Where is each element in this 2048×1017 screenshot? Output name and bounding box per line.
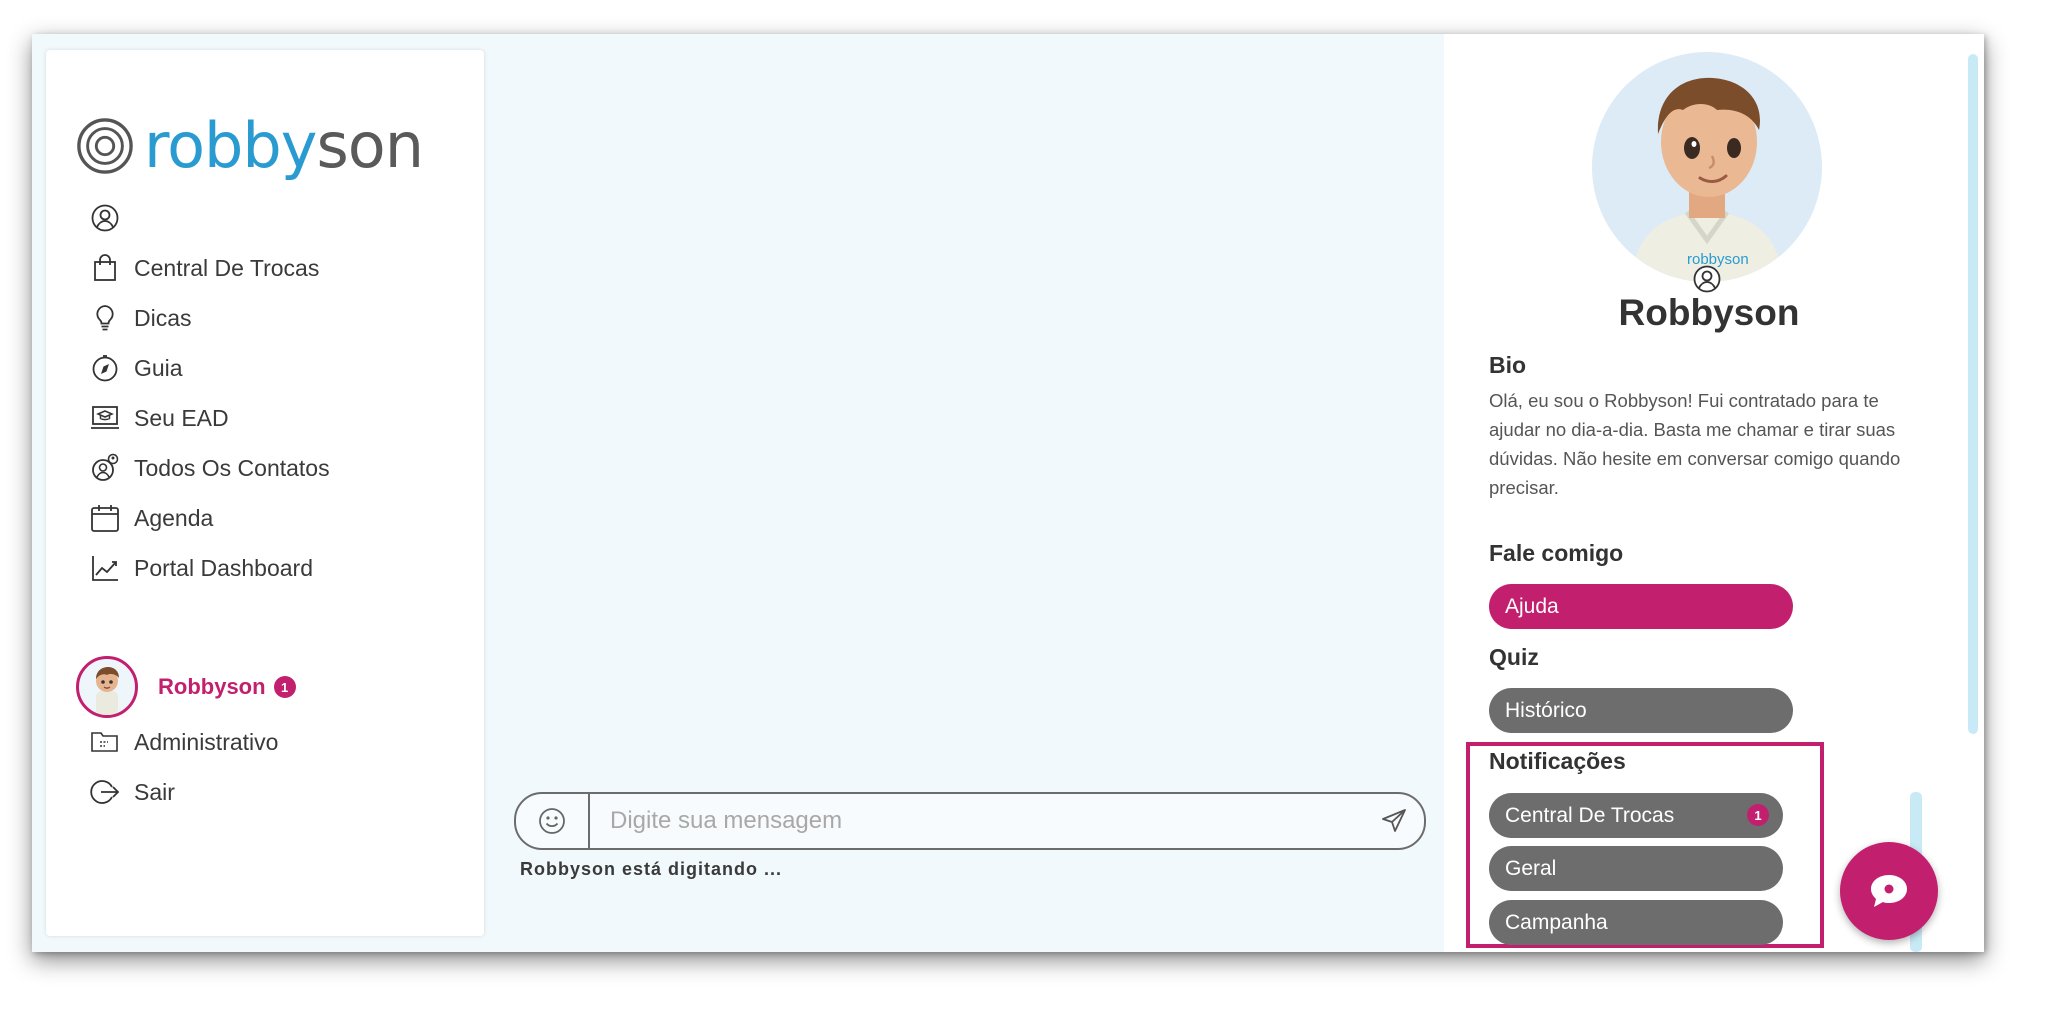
notif-label: Campanha bbox=[1505, 910, 1608, 934]
message-composer bbox=[514, 792, 1426, 850]
sidebar-item-profile[interactable] bbox=[90, 198, 134, 238]
sidebar-item-sair[interactable]: Sair bbox=[90, 772, 175, 812]
sidebar-item-dicas[interactable]: Dicas bbox=[90, 298, 192, 338]
sidebar-item-todos-os-contatos[interactable]: Todos Os Contatos bbox=[90, 448, 330, 488]
sidebar-item-label: Administrativo bbox=[134, 728, 279, 755]
logout-icon bbox=[90, 780, 120, 804]
app-window: robbyson Central De Trocas Dicas Guia Se bbox=[32, 34, 1984, 952]
sidebar-item-robbyson[interactable]: Robbyson 1 bbox=[76, 656, 296, 718]
robbyson-character: robbyson bbox=[1632, 77, 1782, 282]
shopping-bag-icon bbox=[94, 254, 116, 281]
user-circle-icon bbox=[91, 204, 119, 232]
historico-button[interactable]: Histórico bbox=[1489, 688, 1793, 733]
ajuda-label: Ajuda bbox=[1505, 594, 1559, 618]
send-icon bbox=[1382, 809, 1406, 832]
notification-badge: 1 bbox=[273, 676, 296, 698]
chat-fab-button[interactable] bbox=[1840, 842, 1938, 940]
notification-badge: 1 bbox=[1747, 804, 1769, 826]
notif-geral-button[interactable]: Geral bbox=[1489, 846, 1783, 891]
notif-label: Central De Trocas bbox=[1505, 803, 1675, 827]
sidebar-item-agenda[interactable]: Agenda bbox=[90, 498, 213, 538]
send-button[interactable] bbox=[1364, 794, 1424, 848]
quiz-title: Quiz bbox=[1489, 644, 1539, 670]
profile-panel: robbyson Robbyson Bio Olá, eu sou o Robb… bbox=[1444, 34, 1984, 952]
panel-scrollbar[interactable] bbox=[1968, 54, 1978, 734]
sidebar-item-administrativo[interactable]: Administrativo bbox=[90, 722, 278, 762]
notif-label: Geral bbox=[1505, 856, 1557, 880]
bio-title: Bio bbox=[1489, 352, 1527, 378]
bio-text: Olá, eu sou o Robbyson! Fui contratado p… bbox=[1489, 390, 1901, 498]
sidebar-item-label: Dicas bbox=[134, 304, 192, 331]
graduation-laptop-icon bbox=[91, 406, 119, 429]
ajuda-button[interactable]: Ajuda bbox=[1489, 584, 1793, 629]
message-input[interactable] bbox=[590, 806, 1364, 836]
sidebar-item-seu-ead[interactable]: Seu EAD bbox=[90, 398, 229, 438]
logo-text-part2: son bbox=[316, 109, 424, 182]
profile-avatar: robbyson bbox=[1592, 52, 1822, 282]
historico-label: Histórico bbox=[1505, 698, 1587, 722]
sidebar-item-guia[interactable]: Guia bbox=[90, 348, 183, 388]
sidebar-item-label: Guia bbox=[134, 354, 183, 381]
sidebar-item-portal-dashboard[interactable]: Portal Dashboard bbox=[90, 548, 313, 588]
typing-indicator: Robbyson está digitando ... bbox=[520, 859, 782, 880]
robbyson-mini-figure bbox=[96, 667, 119, 715]
sidebar-item-label: Todos Os Contatos bbox=[134, 454, 330, 481]
typing-text: está digitando ... bbox=[622, 859, 783, 879]
calendar-icon bbox=[91, 505, 119, 532]
smiley-icon bbox=[539, 808, 565, 834]
contacts-icon bbox=[92, 453, 119, 481]
notif-campanha-button[interactable]: Campanha bbox=[1489, 900, 1783, 945]
compass-icon bbox=[92, 355, 118, 382]
sidebar: robbyson Central De Trocas Dicas Guia Se bbox=[46, 50, 484, 936]
fale-comigo-title: Fale comigo bbox=[1489, 540, 1624, 566]
logo-text-part1: robby bbox=[144, 109, 317, 182]
lightbulb-icon bbox=[96, 305, 114, 331]
logo-mark-icon bbox=[77, 118, 133, 174]
robbyson-logo: robbyson bbox=[76, 108, 424, 184]
sidebar-item-label: Central De Trocas bbox=[134, 254, 320, 281]
avatar bbox=[76, 656, 138, 718]
sidebar-item-label: Seu EAD bbox=[134, 404, 229, 431]
chat-bubble-icon bbox=[1871, 875, 1907, 907]
profile-name: Robbyson bbox=[1618, 292, 1800, 333]
sidebar-item-label: Sair bbox=[134, 778, 175, 805]
sidebar-item-label: Portal Dashboard bbox=[134, 554, 313, 581]
sidebar-item-label: Agenda bbox=[134, 504, 214, 531]
typing-name: Robbyson bbox=[520, 859, 616, 879]
sidebar-item-central-de-trocas[interactable]: Central De Trocas bbox=[90, 248, 319, 288]
emoji-button[interactable] bbox=[516, 794, 590, 848]
chart-line-icon bbox=[92, 556, 118, 581]
user-circle-icon[interactable] bbox=[1692, 264, 1722, 294]
robbyson-name: Robbyson bbox=[158, 674, 266, 699]
admin-folder-icon bbox=[91, 732, 118, 752]
logo-text: robbyson bbox=[144, 115, 424, 177]
notif-central-de-trocas-button[interactable]: Central De Trocas 1 bbox=[1489, 793, 1783, 838]
notificacoes-title: Notificações bbox=[1489, 748, 1626, 774]
